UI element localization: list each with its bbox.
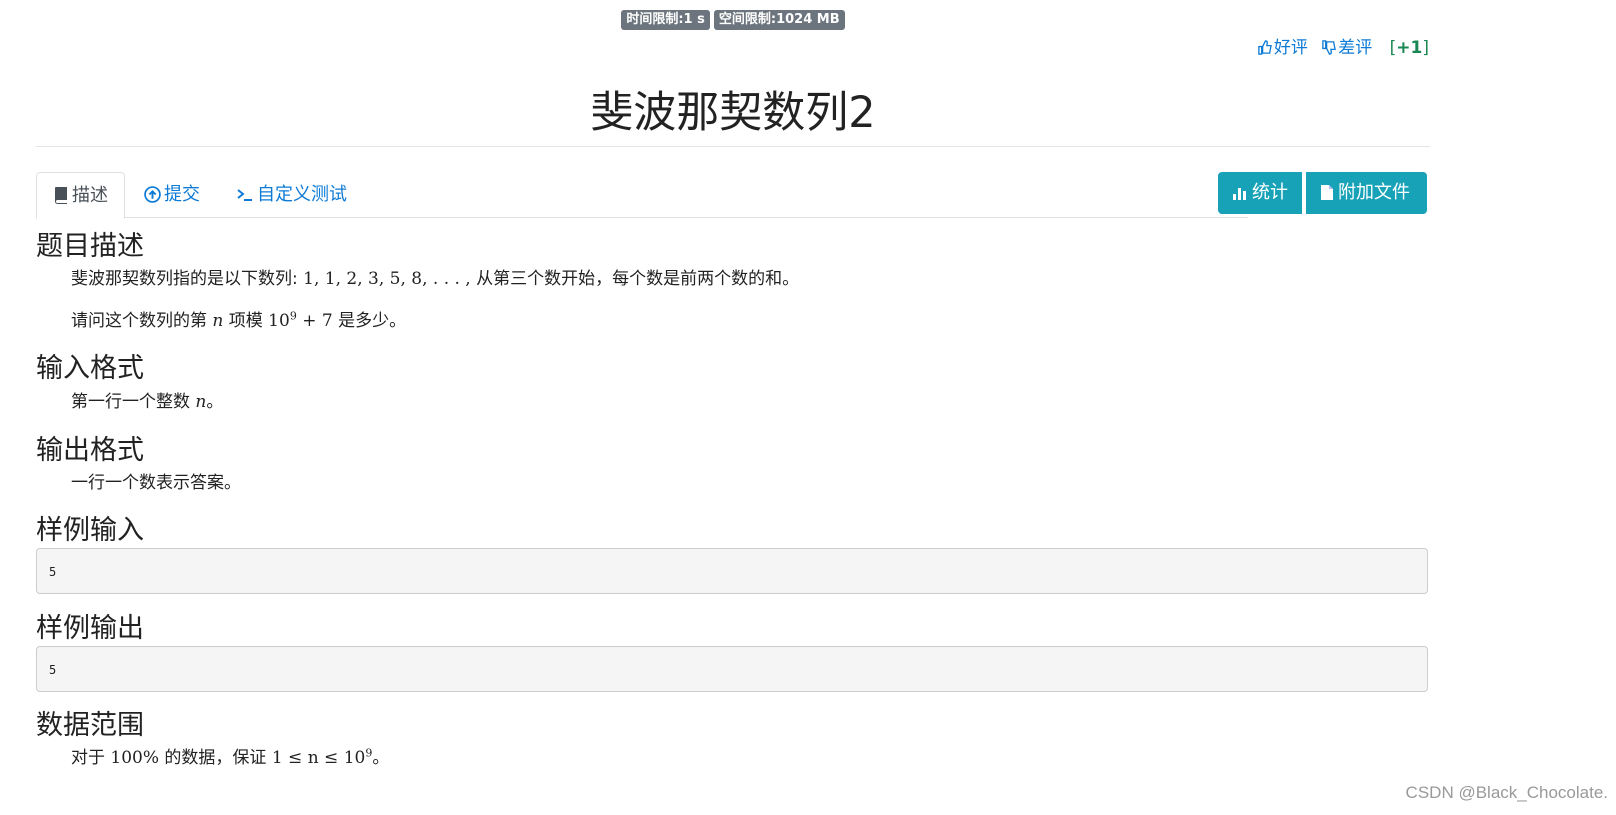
like-label: 好评 — [1273, 38, 1308, 58]
input-format-heading: 输入格式 — [36, 353, 144, 384]
page-title: 斐波那契数列2 — [590, 88, 876, 138]
watermark: CSDN @Black_Chocolate. — [1405, 783, 1608, 802]
output-format-text: 一行一个数表示答案。 — [71, 473, 241, 493]
like-button[interactable]: 好评 — [1257, 38, 1308, 58]
tab-description-label: 描述 — [72, 185, 108, 206]
memory-limit-badge: 空间限制:1024 MB — [713, 10, 845, 30]
stats-button[interactable]: 统计 — [1218, 172, 1302, 214]
limits-bar: 时间限制:1 s 空间限制:1024 MB — [0, 10, 1466, 30]
sample-input-heading: 样例输入 — [36, 515, 144, 546]
thumbs-up-icon — [1258, 40, 1272, 55]
stats-label: 统计 — [1252, 182, 1288, 203]
description-paragraph-1: 斐波那契数列指的是以下数列: 1, 1, 2, 3, 5, 8, . . . ,… — [71, 269, 800, 289]
input-format-text: 第一行一个整数 n。 — [71, 392, 224, 412]
upload-circle-icon — [144, 186, 161, 203]
tab-custom-test[interactable]: 自定义测试 — [236, 172, 347, 217]
vote-score: [+1] — [1389, 38, 1429, 58]
tab-description[interactable]: 描述 — [36, 172, 125, 219]
problem-tabs: 描述 提交 自定义测试 — [36, 172, 1248, 219]
book-icon — [55, 187, 67, 204]
tab-submit-label: 提交 — [164, 184, 200, 205]
data-range-heading: 数据范围 — [36, 710, 144, 741]
vote-bar: 好评 差评 [+1] — [1249, 33, 1429, 58]
dislike-label: 差评 — [1338, 38, 1373, 58]
attachments-button[interactable]: 附加文件 — [1306, 172, 1427, 214]
dislike-button[interactable]: 差评 — [1321, 38, 1372, 58]
output-format-heading: 输出格式 — [36, 435, 144, 466]
bar-chart-icon — [1233, 188, 1246, 200]
sample-input-box[interactable]: 5 — [36, 548, 1428, 594]
data-range-text: 对于 100% 的数据，保证 1 ≤ n ≤ 109。 — [71, 746, 390, 768]
thumbs-down-icon — [1322, 40, 1337, 55]
sample-output-heading: 样例输出 — [36, 613, 144, 644]
title-divider — [36, 146, 1430, 147]
tab-submit[interactable]: 提交 — [144, 172, 200, 217]
file-icon — [1321, 185, 1333, 200]
description-paragraph-2: 请问这个数列的第 n 项模 109 + 7 是多少。 — [71, 309, 407, 331]
tab-custom-test-label: 自定义测试 — [257, 184, 347, 205]
time-limit-badge: 时间限制:1 s — [621, 10, 710, 30]
terminal-icon — [237, 189, 252, 201]
attachments-label: 附加文件 — [1338, 182, 1410, 203]
description-heading: 题目描述 — [36, 231, 144, 262]
sample-output-box[interactable]: 5 — [36, 646, 1428, 692]
